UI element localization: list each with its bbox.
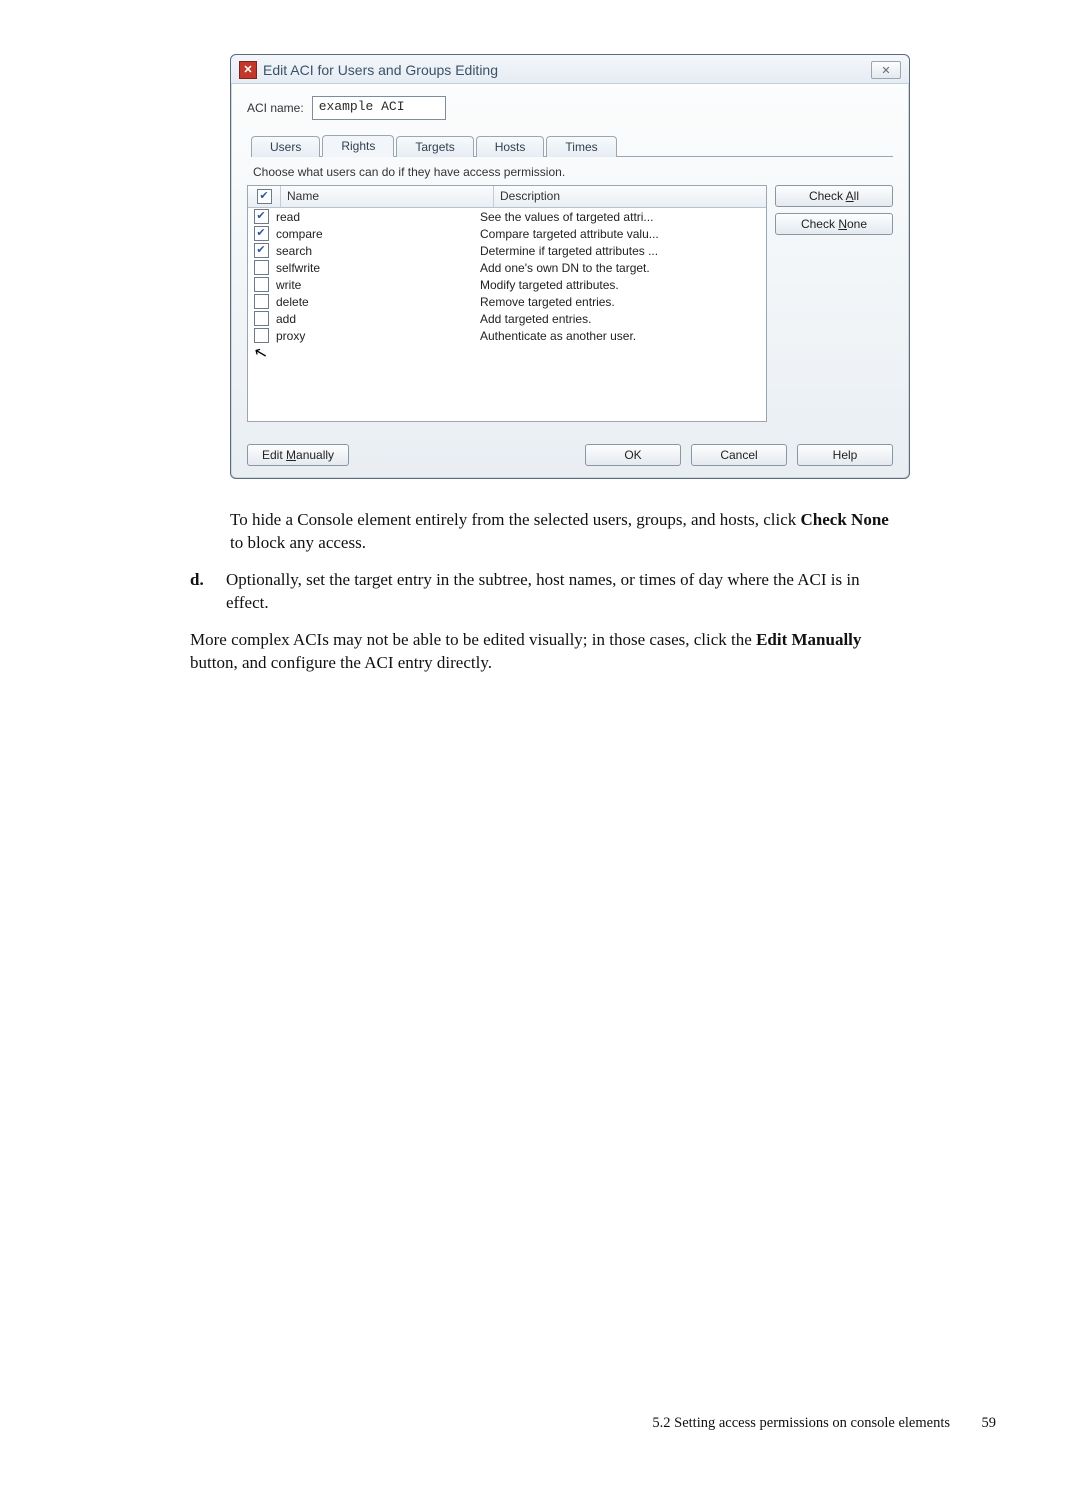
row-checkbox[interactable] bbox=[254, 328, 269, 343]
right-name: read bbox=[274, 210, 480, 224]
text: to block any access. bbox=[230, 533, 366, 552]
help-button[interactable]: Help bbox=[797, 444, 893, 466]
right-description: Add targeted entries. bbox=[480, 312, 766, 326]
right-description: Authenticate as another user. bbox=[480, 329, 766, 343]
aci-name-label: ACI name: bbox=[247, 101, 304, 115]
page-footer: 5.2 Setting access permissions on consol… bbox=[652, 1415, 996, 1432]
right-description: Compare targeted attribute valu... bbox=[480, 227, 766, 241]
text: button, and configure the ACI entry dire… bbox=[190, 653, 492, 672]
cancel-button[interactable]: Cancel bbox=[691, 444, 787, 466]
right-name: selfwrite bbox=[274, 261, 480, 275]
list-item-text: Optionally, set the target entry in the … bbox=[226, 569, 902, 615]
ok-button[interactable]: OK bbox=[585, 444, 681, 466]
tab-hosts[interactable]: Hosts bbox=[476, 136, 545, 157]
right-name: delete bbox=[274, 295, 480, 309]
window-close-button[interactable]: ✕ bbox=[871, 61, 901, 79]
dialog-footer: Edit Manually OK Cancel Help bbox=[247, 444, 893, 466]
right-description: Remove targeted entries. bbox=[480, 295, 766, 309]
select-all-checkbox[interactable]: ✔ bbox=[257, 189, 272, 204]
table-row[interactable]: proxy Authenticate as another user. bbox=[248, 327, 766, 344]
tab-times[interactable]: Times bbox=[546, 136, 616, 157]
list-item: d. Optionally, set the target entry in t… bbox=[190, 569, 902, 615]
table-row[interactable]: add Add targeted entries. bbox=[248, 310, 766, 327]
bold-term: Check None bbox=[801, 510, 889, 529]
row-checkbox[interactable] bbox=[254, 311, 269, 326]
table-row[interactable]: delete Remove targeted entries. bbox=[248, 293, 766, 310]
row-checkbox[interactable] bbox=[254, 294, 269, 309]
titlebar: ✕ Edit ACI for Users and Groups Editing … bbox=[231, 55, 909, 84]
row-checkbox[interactable]: ✔ bbox=[254, 209, 269, 224]
table-row[interactable]: ✔ read See the values of targeted attri.… bbox=[248, 208, 766, 225]
close-icon: ✕ bbox=[881, 64, 890, 77]
row-checkbox[interactable]: ✔ bbox=[254, 226, 269, 241]
rights-table-header: ✔ Name Description bbox=[248, 186, 766, 208]
aci-name-input[interactable]: example ACI bbox=[312, 96, 446, 120]
row-checkbox[interactable] bbox=[254, 277, 269, 292]
aci-name-row: ACI name: example ACI bbox=[247, 96, 893, 120]
table-row[interactable]: write Modify targeted attributes. bbox=[248, 276, 766, 293]
app-x-icon: ✕ bbox=[239, 61, 257, 79]
row-checkbox[interactable] bbox=[254, 260, 269, 275]
tab-description: Choose what users can do if they have ac… bbox=[253, 165, 893, 179]
right-description: Add one's own DN to the target. bbox=[480, 261, 766, 275]
right-name: proxy bbox=[274, 329, 480, 343]
window-title: Edit ACI for Users and Groups Editing bbox=[263, 62, 871, 78]
text: More complex ACIs may not be able to be … bbox=[190, 630, 756, 649]
side-button-column: Check All Check None bbox=[775, 185, 893, 422]
header-description[interactable]: Description bbox=[494, 186, 766, 207]
list-marker: d. bbox=[190, 569, 226, 615]
right-name: search bbox=[274, 244, 480, 258]
header-name[interactable]: Name bbox=[281, 186, 494, 207]
text: To hide a Console element entirely from … bbox=[230, 510, 801, 529]
bold-term: Edit Manually bbox=[756, 630, 861, 649]
tab-users[interactable]: Users bbox=[251, 136, 320, 157]
aci-editor-dialog: ✕ Edit ACI for Users and Groups Editing … bbox=[230, 54, 910, 479]
header-checkbox-column[interactable]: ✔ bbox=[248, 186, 281, 207]
document-body: To hide a Console element entirely from … bbox=[190, 509, 902, 675]
aci-editor-screenshot: ✕ Edit ACI for Users and Groups Editing … bbox=[230, 54, 910, 479]
check-none-button[interactable]: Check None bbox=[775, 213, 893, 235]
right-description: See the values of targeted attri... bbox=[480, 210, 766, 224]
tabstrip: Users Rights Targets Hosts Times bbox=[251, 134, 893, 157]
edit-manually-button[interactable]: Edit Manually bbox=[247, 444, 349, 466]
tab-targets[interactable]: Targets bbox=[396, 136, 473, 157]
right-description: Modify targeted attributes. bbox=[480, 278, 766, 292]
tab-rights[interactable]: Rights bbox=[322, 135, 394, 157]
footer-section-title: 5.2 Setting access permissions on consol… bbox=[652, 1415, 950, 1432]
rights-table-body: ✔ read See the values of targeted attri.… bbox=[248, 208, 766, 344]
right-name: compare bbox=[274, 227, 480, 241]
paragraph: To hide a Console element entirely from … bbox=[230, 509, 902, 555]
right-description: Determine if targeted attributes ... bbox=[480, 244, 766, 258]
row-checkbox[interactable]: ✔ bbox=[254, 243, 269, 258]
table-row[interactable]: selfwrite Add one's own DN to the target… bbox=[248, 259, 766, 276]
table-row[interactable]: ✔ search Determine if targeted attribute… bbox=[248, 242, 766, 259]
rights-table: ✔ Name Description ✔ read See the values… bbox=[247, 185, 767, 422]
page-number: 59 bbox=[972, 1415, 996, 1432]
right-name: add bbox=[274, 312, 480, 326]
table-row[interactable]: ✔ compare Compare targeted attribute val… bbox=[248, 225, 766, 242]
mouse-cursor-icon: ↖ bbox=[252, 342, 270, 365]
check-all-button[interactable]: Check All bbox=[775, 185, 893, 207]
right-name: write bbox=[274, 278, 480, 292]
paragraph: More complex ACIs may not be able to be … bbox=[190, 629, 902, 675]
